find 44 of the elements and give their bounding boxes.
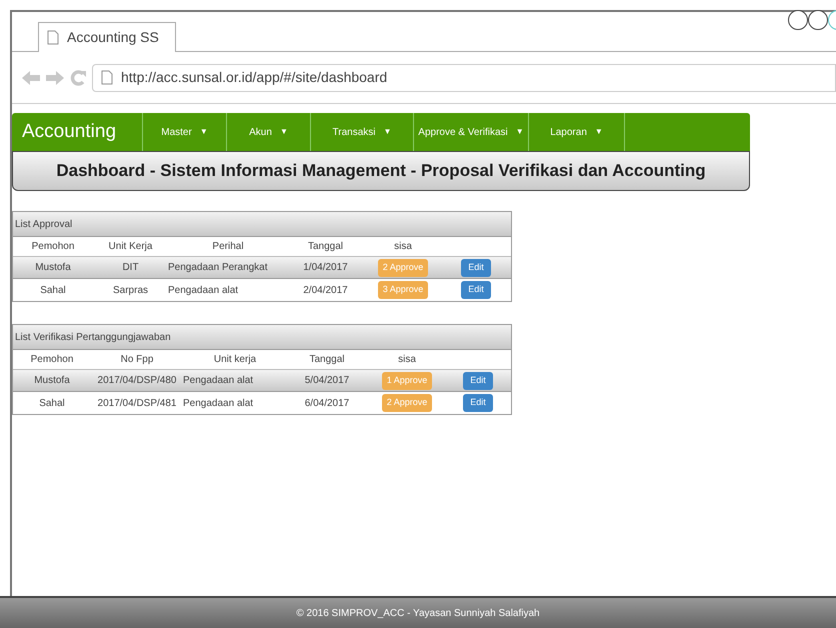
tab-title: Accounting SS [67, 28, 159, 47]
column-header: Perihal [211, 240, 245, 254]
table-cell-text: Sahal [38, 396, 66, 410]
column-header: sisa [397, 353, 417, 367]
column-header: Tanggal [308, 353, 346, 367]
table-cell-text: 2017/04/DSP/481 [96, 396, 178, 410]
edit-button[interactable]: Edit [461, 281, 491, 299]
table-cell-text: 5/04/2017 [304, 374, 350, 388]
table-cell-text: Pengadaan alat [168, 284, 240, 298]
column-header: sisa [393, 240, 413, 254]
approve-badge[interactable]: 2 Approve [382, 394, 432, 412]
approve-badge[interactable]: 3 Approve [378, 281, 428, 299]
browser-tab[interactable]: Accounting SS [38, 22, 176, 52]
url-text: http://acc.sunsal.or.id/app/#/site/dashboard [121, 68, 388, 87]
table-cell-text: DIT [121, 261, 140, 275]
column-header: Pemohon [30, 240, 76, 254]
table-cell-text: Mustofa [33, 374, 71, 388]
table-cell-text: 2/04/2017 [302, 284, 349, 298]
column-header: Unit kerja [212, 353, 258, 367]
edit-button[interactable]: Edit [463, 372, 493, 390]
table-cell-text: Mustofa [34, 261, 72, 275]
table-cell-text: Sarpras [112, 284, 149, 298]
table-title: List Verifikasi Pertanggungjawaban [13, 325, 511, 350]
edit-button[interactable]: Edit [463, 394, 493, 412]
page-title: Dashboard - Sistem Informasi Management - Proposal Verifikasi dan Accounting [12, 151, 750, 191]
page-icon [101, 70, 113, 85]
approve-badge[interactable]: 2 Approve [378, 258, 428, 276]
footer: © 2016 SIMPROV_ACC - Yayasan Sunniyah Salafiyah [0, 596, 836, 628]
table-cell-text: Sahal [39, 284, 67, 298]
column-header: Tanggal [306, 240, 344, 254]
column-header: No Fpp [120, 353, 154, 367]
page-icon [47, 30, 59, 45]
table-title: List Approval [13, 212, 511, 237]
table-cell-text: Pengadaan alat [183, 374, 254, 388]
table-cell-text: 1/04/2017 [302, 261, 349, 275]
approve-badge[interactable]: 1 Approve [382, 372, 432, 390]
edit-button[interactable]: Edit [461, 258, 491, 276]
column-header: Pemohon [30, 353, 74, 367]
table-cell-text: 6/04/2017 [304, 396, 350, 410]
table-cell-text: Pengadaan Perangkat [168, 261, 269, 275]
table-cell-text: 2017/04/DSP/480 [96, 374, 178, 388]
address-bar[interactable]: http://acc.sunsal.or.id/app/#/site/dashboard [92, 64, 836, 92]
table-cell-text: Pengadaan alat [183, 396, 254, 410]
column-header: Unit Kerja [108, 240, 154, 254]
